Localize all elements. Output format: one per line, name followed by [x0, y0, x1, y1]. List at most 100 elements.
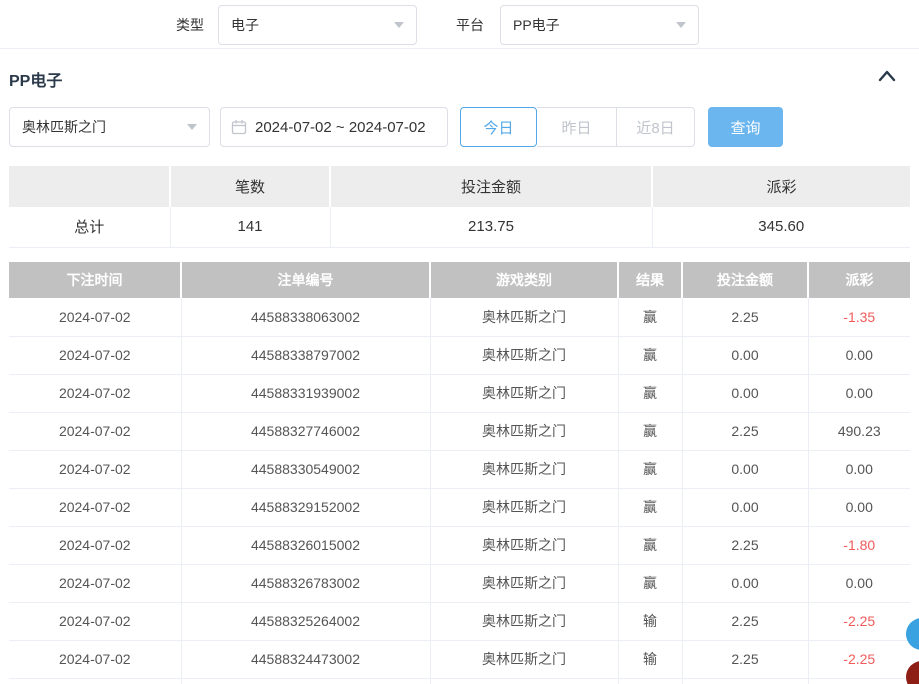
- yesterday-button[interactable]: 昨日: [537, 107, 617, 147]
- cell-payout: -2.25: [808, 602, 910, 640]
- last-8-days-button[interactable]: 近8日: [617, 107, 695, 147]
- game-select-value: 奥林匹斯之门: [22, 117, 106, 137]
- platform-select[interactable]: PP电子: [500, 5, 699, 45]
- cell-bet-time: 2024-07-02: [9, 298, 181, 336]
- table-row[interactable]: 2024-07-02 44588329152002 奥林匹斯之门 赢 0.00 …: [9, 488, 910, 526]
- cell-bet-amount: 2.25: [682, 298, 808, 336]
- type-label: 类型: [176, 5, 204, 45]
- cell-bet-time: 2024-07-02: [9, 488, 181, 526]
- detail-header-game-type: 游戏类别: [430, 262, 618, 298]
- game-select[interactable]: 奥林匹斯之门: [9, 107, 210, 147]
- date-range-value: 2024-07-02 ~ 2024-07-02: [255, 119, 426, 136]
- summary-total-count: 141: [170, 207, 330, 247]
- today-button[interactable]: 今日: [460, 107, 537, 147]
- cell-order-no: 44588329152002: [181, 488, 430, 526]
- cell-result: 赢: [618, 450, 682, 488]
- chevron-up-icon: [876, 66, 898, 86]
- table-row-partial[interactable]: [9, 678, 910, 684]
- cell-bet-time: 2024-07-02: [9, 374, 181, 412]
- cell-bet-amount: 0.00: [682, 374, 808, 412]
- cell-bet-time: 2024-07-02: [9, 450, 181, 488]
- summary-header-bet-amount: 投注金额: [330, 166, 652, 207]
- cell-bet-time: 2024-07-02: [9, 336, 181, 374]
- cell-result: 输: [618, 602, 682, 640]
- cell-order-no: 44588326015002: [181, 526, 430, 564]
- summary-total-row: 总计 141 213.75 345.60: [9, 207, 910, 247]
- table-row[interactable]: 2024-07-02 44588338797002 奥林匹斯之门 赢 0.00 …: [9, 336, 910, 374]
- cell-payout: 0.00: [808, 374, 910, 412]
- summary-header-count: 笔数: [170, 166, 330, 207]
- table-row[interactable]: 2024-07-02 44588327746002 奥林匹斯之门 赢 2.25 …: [9, 412, 910, 450]
- collapse-section-button[interactable]: [876, 66, 898, 91]
- cell-payout: 0.00: [808, 336, 910, 374]
- section-title: PP电子: [9, 67, 62, 91]
- detail-header-result: 结果: [618, 262, 682, 298]
- detail-table: 下注时间 注单编号 游戏类别 结果 投注金额 派彩 2024-07-02 445…: [9, 262, 910, 684]
- cell-order-no: 44588338063002: [181, 298, 430, 336]
- type-select-value: 电子: [231, 15, 259, 35]
- table-row[interactable]: 2024-07-02 44588331939002 奥林匹斯之门 赢 0.00 …: [9, 374, 910, 412]
- cell-game-type: 奥林匹斯之门: [430, 564, 618, 602]
- cell-payout: -1.80: [808, 526, 910, 564]
- cell-order-no: 44588326783002: [181, 564, 430, 602]
- cell-payout: [808, 678, 910, 684]
- cell-order-no: [181, 678, 430, 684]
- chevron-down-icon: [676, 22, 686, 28]
- detail-header-row: 下注时间 注单编号 游戏类别 结果 投注金额 派彩: [9, 262, 910, 298]
- cell-game-type: [430, 678, 618, 684]
- table-row[interactable]: 2024-07-02 44588326015002 奥林匹斯之门 赢 2.25 …: [9, 526, 910, 564]
- table-row[interactable]: 2024-07-02 44588325264002 奥林匹斯之门 输 2.25 …: [9, 602, 910, 640]
- cell-bet-amount: 0.00: [682, 564, 808, 602]
- table-row[interactable]: 2024-07-02 44588330549002 奥林匹斯之门 赢 0.00 …: [9, 450, 910, 488]
- cell-order-no: 44588338797002: [181, 336, 430, 374]
- cell-game-type: 奥林匹斯之门: [430, 374, 618, 412]
- detail-header-bet-time: 下注时间: [9, 262, 181, 298]
- cell-bet-time: 2024-07-02: [9, 412, 181, 450]
- cell-payout: 490.23: [808, 412, 910, 450]
- cell-game-type: 奥林匹斯之门: [430, 336, 618, 374]
- cell-payout: 0.00: [808, 564, 910, 602]
- table-row[interactable]: 2024-07-02 44588338063002 奥林匹斯之门 赢 2.25 …: [9, 298, 910, 336]
- cell-result: [618, 678, 682, 684]
- cell-game-type: 奥林匹斯之门: [430, 298, 618, 336]
- cell-result: 赢: [618, 374, 682, 412]
- cell-payout: 0.00: [808, 488, 910, 526]
- cell-payout: -2.25: [808, 640, 910, 678]
- search-button[interactable]: 查询: [708, 107, 783, 147]
- summary-header-empty: [9, 166, 170, 207]
- cell-order-no: 44588325264002: [181, 602, 430, 640]
- summary-header-row: 笔数 投注金额 派彩: [9, 166, 910, 207]
- cell-order-no: 44588324473002: [181, 640, 430, 678]
- cell-bet-amount: 2.25: [682, 526, 808, 564]
- cell-payout: 0.00: [808, 450, 910, 488]
- cell-bet-amount: 0.00: [682, 488, 808, 526]
- cell-result: 赢: [618, 564, 682, 602]
- summary-total-label: 总计: [9, 207, 170, 247]
- type-select[interactable]: 电子: [218, 5, 417, 45]
- platform-select-value: PP电子: [513, 15, 560, 35]
- detail-table-body: 2024-07-02 44588338063002 奥林匹斯之门 赢 2.25 …: [9, 298, 910, 684]
- cell-order-no: 44588330549002: [181, 450, 430, 488]
- chevron-down-icon: [394, 22, 404, 28]
- cell-result: 赢: [618, 336, 682, 374]
- calendar-icon: [231, 119, 247, 135]
- detail-header-order-no: 注单编号: [181, 262, 430, 298]
- platform-label: 平台: [456, 5, 484, 45]
- betting-records-page: 类型 电子 平台 PP电子 PP电子 奥林匹斯之门 2024-07-02 ~ 2…: [0, 0, 919, 684]
- cell-bet-time: [9, 678, 181, 684]
- table-row[interactable]: 2024-07-02 44588326783002 奥林匹斯之门 赢 0.00 …: [9, 564, 910, 602]
- summary-total-payout: 345.60: [652, 207, 910, 247]
- cell-game-type: 奥林匹斯之门: [430, 602, 618, 640]
- cell-order-no: 44588327746002: [181, 412, 430, 450]
- table-row[interactable]: 2024-07-02 44588324473002 奥林匹斯之门 输 2.25 …: [9, 640, 910, 678]
- cell-game-type: 奥林匹斯之门: [430, 450, 618, 488]
- cell-result: 赢: [618, 298, 682, 336]
- cell-bet-time: 2024-07-02: [9, 602, 181, 640]
- chevron-down-icon: [187, 124, 197, 130]
- cell-game-type: 奥林匹斯之门: [430, 412, 618, 450]
- date-range-picker[interactable]: 2024-07-02 ~ 2024-07-02: [220, 107, 448, 147]
- cell-bet-amount: 0.00: [682, 336, 808, 374]
- summary-table: 笔数 投注金额 派彩 总计 141 213.75 345.60: [9, 166, 910, 248]
- detail-header-bet-amount: 投注金额: [682, 262, 808, 298]
- cell-bet-amount: 2.25: [682, 602, 808, 640]
